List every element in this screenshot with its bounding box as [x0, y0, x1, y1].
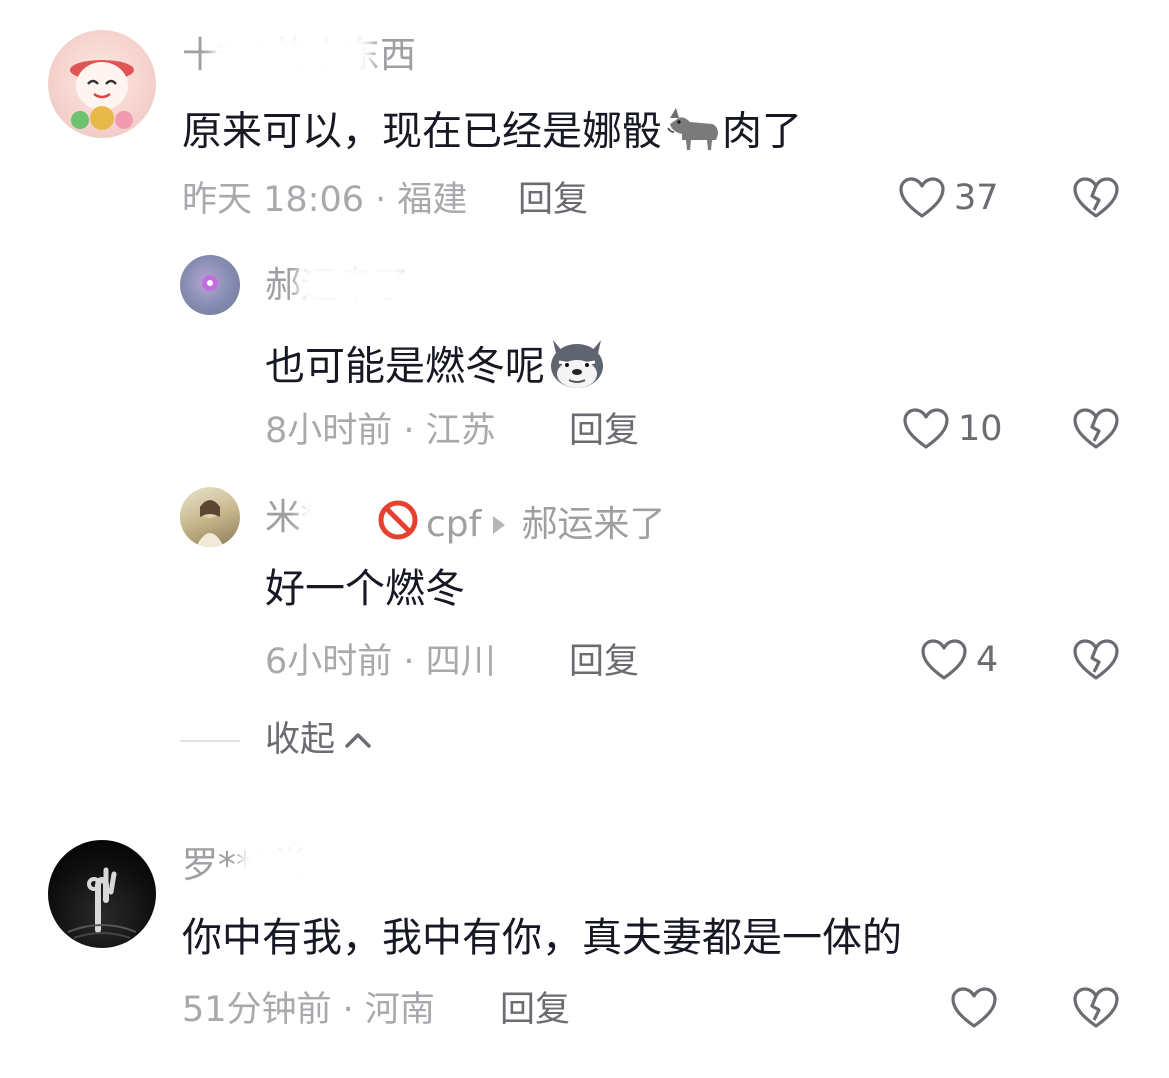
comment-time-location: 51分钟前 · 河南 — [182, 990, 435, 1030]
avatar-orb-icon — [202, 275, 218, 291]
like-count: 37 — [954, 178, 999, 218]
avatar-portrait-icon — [196, 500, 224, 547]
like-button[interactable]: 4 — [920, 638, 998, 682]
reply-button[interactable]: 回复 — [569, 642, 639, 682]
dislike-button[interactable] — [1072, 638, 1120, 686]
broken-heart-icon — [1073, 639, 1119, 680]
username-privacy-mask — [212, 32, 372, 80]
heart-outline-icon — [903, 408, 949, 449]
broken-heart-icon — [1073, 408, 1119, 449]
collapse-divider — [180, 740, 240, 742]
like-button[interactable]: 10 — [902, 407, 1003, 451]
like-button[interactable]: 37 — [898, 176, 999, 220]
reply-target-line: cpf 郝运来了 — [376, 498, 665, 551]
comment-text-part: 也可能是燃冬呢 — [265, 343, 545, 390]
avatar-hand-icon — [67, 867, 137, 939]
broken-heart-icon — [1073, 987, 1119, 1028]
comment-text: 也可能是燃冬呢 — [265, 334, 609, 403]
like-button[interactable] — [950, 986, 1006, 1030]
collapse-replies-button[interactable]: 收起 — [265, 720, 373, 760]
dislike-button[interactable] — [1072, 407, 1120, 455]
username-privacy-mask — [300, 494, 370, 540]
reply-arrow-icon — [493, 515, 506, 534]
avatar[interactable] — [180, 487, 240, 547]
reply-button[interactable]: 回复 — [569, 411, 639, 451]
dislike-button[interactable] — [1072, 986, 1120, 1034]
chevron-up-icon — [345, 733, 371, 748]
comment-text: 原来可以，现在已经是娜骰 肉了 — [182, 104, 802, 163]
avatar-mascot-icon — [70, 60, 134, 130]
heart-outline-icon — [951, 987, 997, 1028]
heart-outline-icon — [899, 177, 945, 218]
heart-outline-icon — [921, 639, 967, 680]
reply-prefix: cpf — [426, 503, 482, 545]
comment-text-part: 肉了 — [722, 108, 802, 155]
username-privacy-mask — [240, 842, 336, 890]
comment-text: 你中有我，我中有你，真夫妻都是一体的 — [182, 915, 902, 961]
reply-button[interactable]: 回复 — [518, 180, 588, 220]
collapse-label: 收起 — [265, 720, 336, 760]
broken-heart-icon — [1073, 177, 1119, 218]
like-count: 4 — [976, 640, 999, 680]
comment-text-part: 原来可以，现在已经是娜骰 — [182, 108, 662, 155]
avatar[interactable] — [180, 255, 240, 315]
reply-button[interactable]: 回复 — [500, 990, 570, 1030]
reply-target-name[interactable]: 郝运来了 — [521, 504, 665, 545]
comment-time-location: 昨天 18:06 · 福建 — [182, 180, 468, 220]
comment-time-location: 8小时前 · 江苏 — [265, 411, 496, 451]
avatar[interactable] — [48, 30, 156, 138]
donkey-icon — [662, 104, 722, 163]
wolf-icon — [545, 334, 609, 403]
like-count: 10 — [958, 409, 1003, 449]
comment-time-location: 6小时前 · 四川 — [265, 642, 496, 682]
comment-text: 好一个燃冬 — [265, 566, 465, 612]
dislike-button[interactable] — [1072, 176, 1120, 224]
username-privacy-mask — [298, 262, 410, 308]
no-entry-icon — [376, 498, 420, 551]
avatar[interactable] — [48, 840, 156, 948]
